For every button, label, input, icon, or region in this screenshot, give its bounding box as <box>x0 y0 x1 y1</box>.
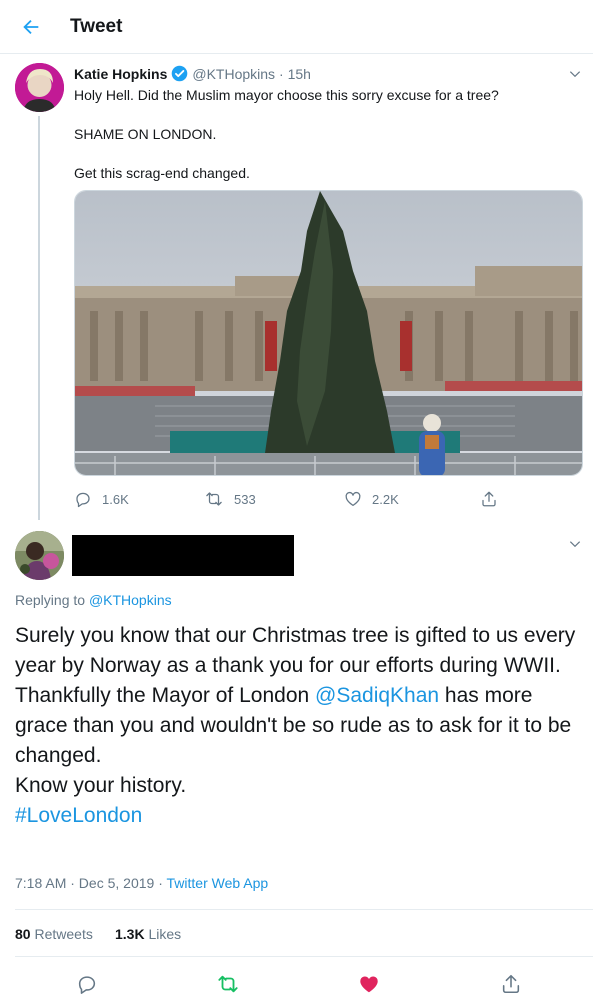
reply-count: 1.6K <box>102 491 129 507</box>
retweets-stat[interactable]: 80 Retweets <box>15 926 93 942</box>
tweet-header: Katie Hopkins @KTHopkins · 15h <box>74 65 311 82</box>
author-handle[interactable]: @KTHopkins <box>192 66 275 82</box>
tweet-actions <box>0 968 593 1000</box>
retweets-count: 80 <box>15 926 31 942</box>
tweet-text-part: Thankfully the Mayor of London <box>15 684 316 707</box>
tweet-line: Holy Hell. Did the Muslim mayor choose t… <box>74 87 499 103</box>
verified-badge-icon <box>171 65 188 82</box>
tweet-text: Holy Hell. Did the Muslim mayor choose t… <box>74 86 574 203</box>
hashtag-link[interactable]: #LoveLondon <box>15 801 585 831</box>
share-button[interactable] <box>498 971 524 997</box>
retweet-icon <box>206 492 222 506</box>
retweet-icon <box>218 975 238 993</box>
likes-stat[interactable]: 1.3K Likes <box>115 926 181 942</box>
tweet-line: Thankfully the Mayor of London @SadiqKha… <box>15 681 585 771</box>
tweet-meta: 7:18 AM · Dec 5, 2019 · Twitter Web App <box>15 875 268 891</box>
avatar[interactable] <box>15 63 64 112</box>
like-button[interactable]: 2.2K <box>344 490 399 508</box>
share-button[interactable] <box>480 490 498 508</box>
mention-link[interactable]: @SadiqKhan <box>315 684 439 707</box>
replying-to: Replying to @KTHopkins <box>15 592 172 608</box>
thread-connector <box>38 116 40 520</box>
tweet-line: Know your history. <box>15 774 187 797</box>
tweet-photo[interactable] <box>74 190 583 476</box>
tweet-line: SHAME ON LONDON. <box>74 126 217 142</box>
reply-icon <box>76 492 90 508</box>
retweet-button[interactable] <box>215 971 241 997</box>
author-name[interactable]: Katie Hopkins <box>74 66 167 82</box>
like-count: 2.2K <box>372 491 399 507</box>
reply-button[interactable] <box>74 971 100 997</box>
tweet-line: Get this scrag-end changed. <box>74 165 250 181</box>
like-button[interactable] <box>356 971 382 997</box>
tweet-source-link[interactable]: Twitter Web App <box>167 875 269 891</box>
back-button[interactable] <box>14 12 48 42</box>
reply-icon <box>78 976 96 994</box>
page-header: Tweet <box>0 0 593 54</box>
retweet-count: 533 <box>234 491 256 507</box>
more-options-button[interactable] <box>566 535 584 553</box>
likes-label: Likes <box>148 926 182 942</box>
share-icon <box>482 491 496 507</box>
chevron-down-icon <box>569 71 581 78</box>
avatar[interactable] <box>15 531 64 580</box>
retweet-button[interactable]: 533 <box>204 490 256 508</box>
engagement-stats: 80 Retweets 1.3K Likes <box>15 909 593 957</box>
heart-icon <box>345 491 361 507</box>
tweet-line: Surely you know that our Christmas tree … <box>15 624 576 677</box>
replying-to-label: Replying to <box>15 592 86 608</box>
reply-button[interactable]: 1.6K <box>74 490 129 508</box>
tweet-time[interactable]: · 15h <box>279 66 311 82</box>
retweets-label: Retweets <box>34 926 93 942</box>
tweet-text: Surely you know that our Christmas tree … <box>15 621 585 831</box>
replying-to-handle[interactable]: @KTHopkins <box>89 592 172 608</box>
arrow-left-icon <box>23 19 39 35</box>
likes-count: 1.3K <box>115 926 145 942</box>
heart-filled-icon <box>360 976 378 993</box>
tweet-actions: 1.6K 533 2.2K <box>74 490 574 514</box>
redacted-author <box>72 535 294 576</box>
tweet-timestamp[interactable]: 7:18 AM · Dec 5, 2019 · <box>15 875 167 891</box>
share-icon <box>502 974 520 994</box>
page-title: Tweet <box>70 16 123 37</box>
chevron-down-icon <box>569 541 581 548</box>
more-options-button[interactable] <box>566 65 584 83</box>
